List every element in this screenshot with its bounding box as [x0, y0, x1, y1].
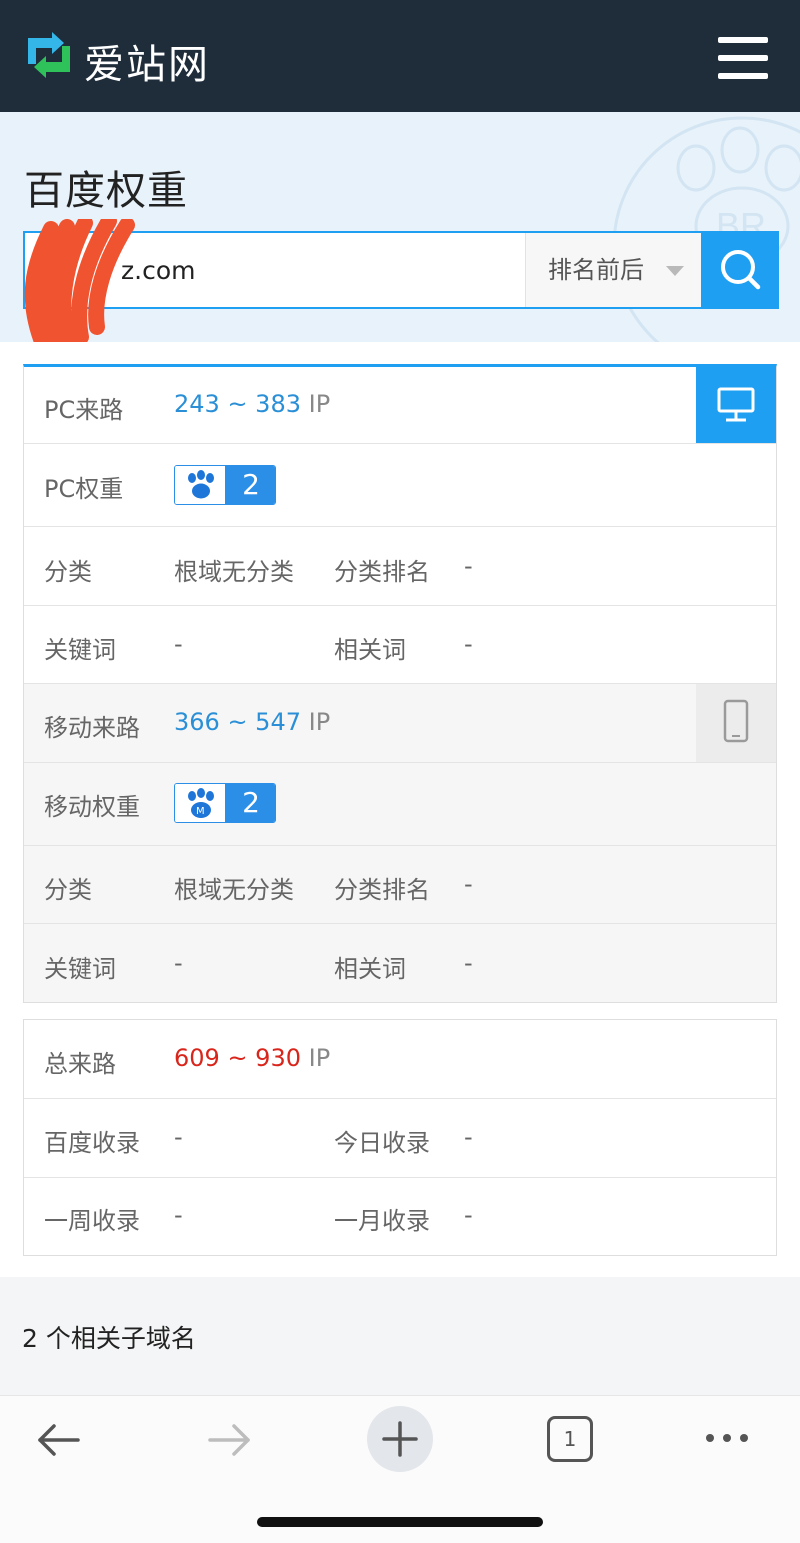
browser-toolbar: 1 — [0, 1395, 800, 1543]
subdomain-section: 2 个相关子域名 — [0, 1277, 800, 1395]
search-bar: 排名前后 — [23, 219, 779, 342]
more-icon[interactable] — [704, 1430, 750, 1446]
subdomain-count-title[interactable]: 2 个相关子域名 — [22, 1319, 196, 1355]
totals-panel: 总来路 609 ~ 930 IP 百度收录 - 今日收录 - 一周收录 - 一月… — [23, 1019, 777, 1256]
mobile-device-button[interactable] — [696, 684, 776, 762]
total-traffic-range: 609 ~ 930 — [174, 1044, 301, 1072]
page-title: 百度权重 — [24, 168, 188, 214]
pc-weight-label: PC权重 — [44, 475, 124, 503]
index-row-1: 百度收录 - 今日收录 - — [24, 1099, 776, 1178]
pc-traffic-row: PC来路 243 ~ 383 IP — [24, 367, 776, 444]
pc-related-label: 相关词 — [334, 636, 406, 664]
weight-panel: PC来路 243 ~ 383 IP PC权重 2 分类 根域无分类 分类排名 -… — [23, 364, 777, 1003]
index-row-2: 一周收录 - 一月收录 - — [24, 1178, 776, 1255]
brand-name[interactable]: 爱站网 — [84, 32, 210, 90]
total-traffic-row: 总来路 609 ~ 930 IP — [24, 1020, 776, 1099]
mobile-category-label: 分类 — [44, 876, 92, 904]
pc-device-button[interactable] — [696, 367, 776, 443]
svg-text:M: M — [196, 806, 205, 817]
baidu-mobile-paw-icon: M — [175, 784, 226, 822]
month-index-value: - — [464, 1201, 473, 1229]
back-arrow-icon[interactable] — [34, 1418, 84, 1462]
mobile-traffic-range: 366 ~ 547 — [174, 708, 301, 736]
forward-arrow-icon[interactable] — [204, 1418, 254, 1462]
mobile-keyword-row: 关键词 - 相关词 - — [24, 924, 776, 1002]
total-traffic-value: 609 ~ 930 IP — [174, 1044, 330, 1072]
hamburger-menu-icon[interactable] — [718, 37, 768, 79]
baidu-index-value: - — [174, 1123, 183, 1151]
pc-category-label: 分类 — [44, 558, 92, 586]
baidu-index-label: 百度收录 — [44, 1129, 140, 1157]
new-tab-plus-icon[interactable] — [366, 1405, 434, 1473]
pc-keyword-label: 关键词 — [44, 636, 116, 664]
month-index-label: 一月收录 — [334, 1207, 430, 1235]
mobile-phone-icon — [723, 699, 749, 743]
mobile-related-value[interactable]: - — [464, 949, 473, 977]
pc-traffic-range: 243 ~ 383 — [174, 390, 301, 418]
search-section: BR 百度权重 排名前后 — [0, 112, 800, 342]
mobile-keyword-value[interactable]: - — [174, 949, 183, 977]
pc-weight-badge[interactable]: 2 — [174, 465, 276, 505]
tabs-icon[interactable]: 1 — [547, 1416, 593, 1462]
mobile-traffic-label: 移动来路 — [44, 714, 140, 742]
mobile-traffic-row: 移动来路 366 ~ 547 IP — [24, 684, 776, 763]
mobile-traffic-unit: IP — [308, 708, 331, 736]
pc-category-rank-label: 分类排名 — [334, 558, 430, 586]
pc-traffic-value: 243 ~ 383 IP — [174, 390, 330, 418]
mobile-category-value: 根域无分类 — [174, 876, 294, 904]
caret-down-icon — [666, 266, 684, 276]
pc-category-rank-value: - — [464, 552, 473, 580]
mobile-weight-label: 移动权重 — [44, 793, 140, 821]
site-header: 爱站网 — [0, 0, 800, 112]
domain-search-input[interactable] — [25, 233, 525, 307]
baidu-paw-icon — [175, 466, 226, 504]
tab-count: 1 — [563, 1427, 577, 1451]
pc-keyword-value[interactable]: - — [174, 630, 183, 658]
mobile-traffic-value: 366 ~ 547 IP — [174, 708, 330, 736]
search-icon — [721, 250, 761, 290]
desktop-monitor-icon — [717, 387, 755, 422]
mobile-category-row: 分类 根域无分类 分类排名 - — [24, 846, 776, 924]
sort-dropdown-label: 排名前后 — [548, 256, 644, 284]
mobile-weight-value: 2 — [225, 784, 275, 822]
pc-keyword-row: 关键词 - 相关词 - — [24, 606, 776, 684]
pc-category-value: 根域无分类 — [174, 558, 294, 586]
mobile-weight-row: 移动权重 M 2 — [24, 763, 776, 846]
pc-weight-row: PC权重 2 — [24, 444, 776, 527]
mobile-related-label: 相关词 — [334, 955, 406, 983]
today-index-label: 今日收录 — [334, 1129, 430, 1157]
pc-traffic-unit: IP — [308, 390, 331, 418]
mobile-weight-badge[interactable]: M 2 — [174, 783, 276, 823]
week-index-label: 一周收录 — [44, 1207, 140, 1235]
today-index-value: - — [464, 1123, 473, 1151]
pc-weight-value: 2 — [225, 466, 275, 504]
total-traffic-label: 总来路 — [44, 1050, 116, 1078]
search-button[interactable] — [701, 231, 779, 309]
mobile-category-rank-label: 分类排名 — [334, 876, 430, 904]
pc-category-row: 分类 根域无分类 分类排名 - — [24, 527, 776, 606]
mobile-keyword-label: 关键词 — [44, 955, 116, 983]
aizhan-logo-icon[interactable] — [22, 28, 76, 82]
total-traffic-unit: IP — [308, 1044, 331, 1072]
pc-related-value[interactable]: - — [464, 630, 473, 658]
week-index-value: - — [174, 1201, 183, 1229]
pc-traffic-label: PC来路 — [44, 396, 124, 424]
home-indicator[interactable] — [257, 1517, 543, 1527]
sort-dropdown[interactable]: 排名前后 — [525, 233, 701, 307]
mobile-category-rank-value: - — [464, 870, 473, 898]
